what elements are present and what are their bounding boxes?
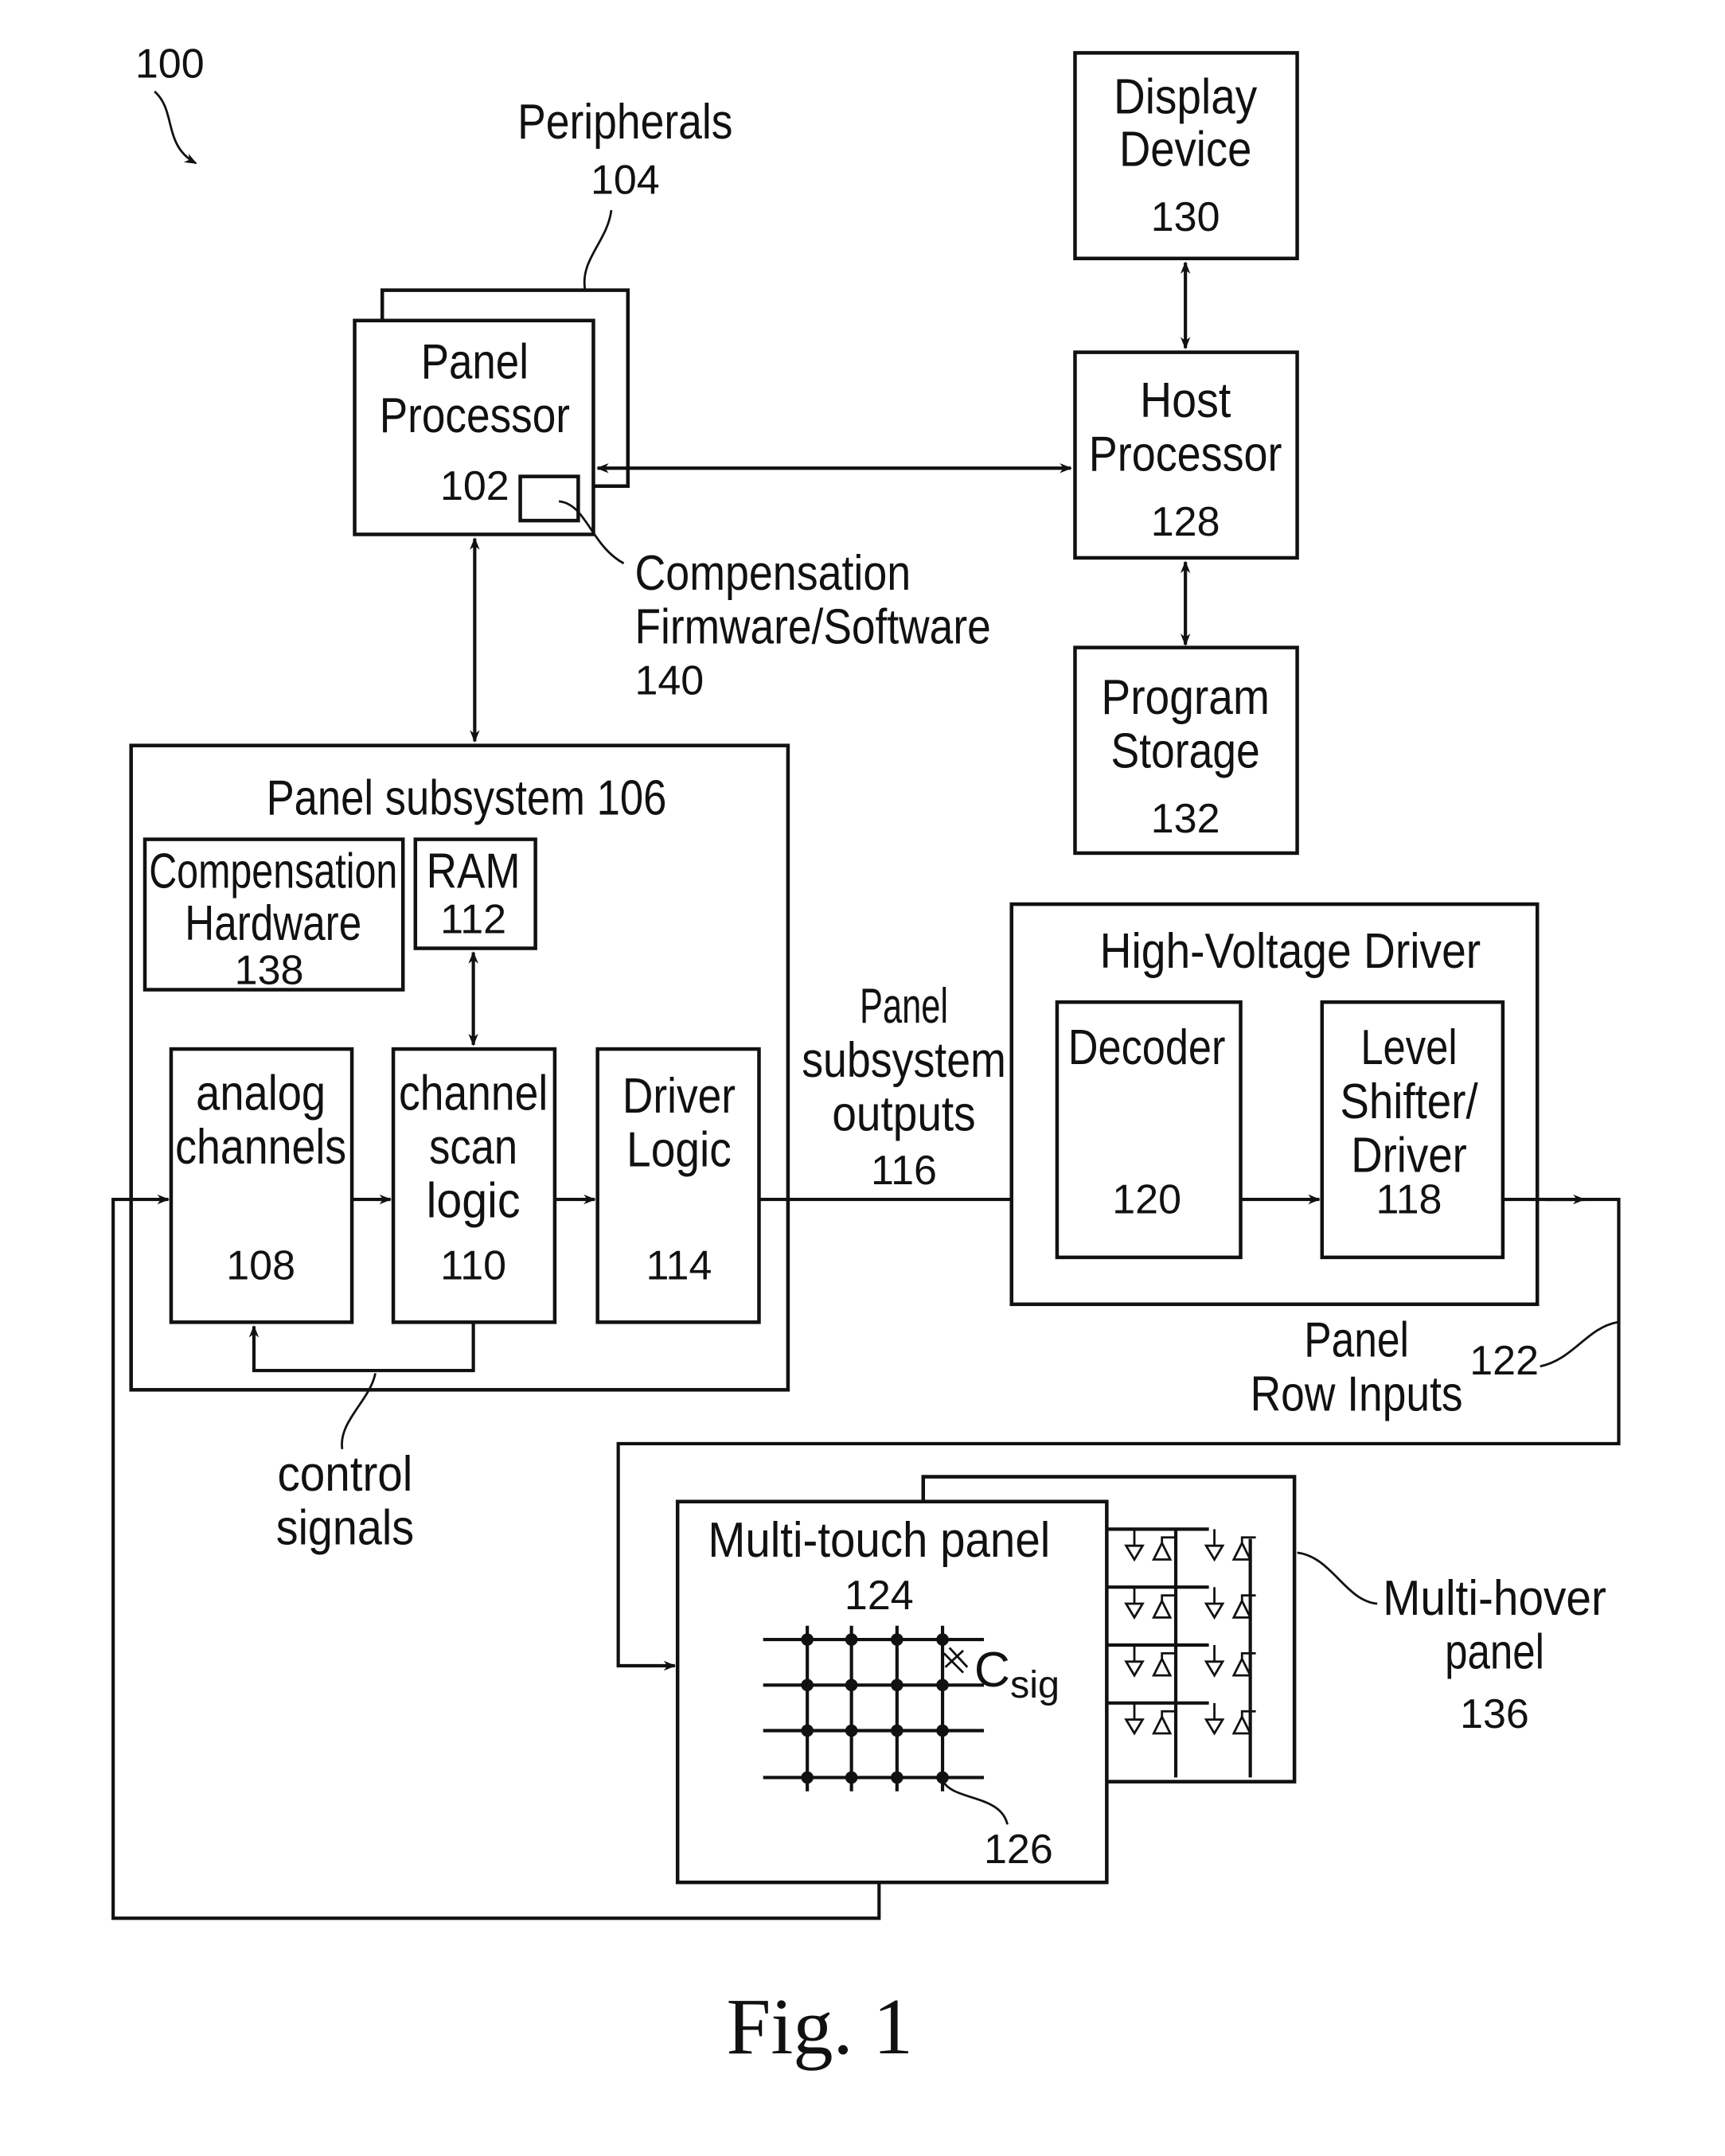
csig-main: C xyxy=(974,1643,1010,1698)
panel-processor-ref: 102 xyxy=(440,463,509,509)
csig-sub: sig xyxy=(1010,1663,1060,1706)
driver-logic-line2: Logic xyxy=(626,1122,732,1177)
panel-subsystem-block: Panel subsystem 106 Compensation Hardwar… xyxy=(129,743,790,1392)
panel-subsystem-title: Panel subsystem 106 xyxy=(267,770,667,825)
node-ref: 126 xyxy=(984,1827,1053,1873)
figure-caption: Fig. 1 xyxy=(726,1982,913,2071)
panel-processor-line1: Panel xyxy=(421,335,529,390)
analog-channels-ref: 108 xyxy=(226,1243,295,1289)
host-processor-block: Host Processor 128 xyxy=(1073,350,1299,560)
display-device-line2: Device xyxy=(1119,123,1251,177)
grid-node xyxy=(801,1633,814,1646)
program-storage-line1: Program xyxy=(1101,670,1269,725)
grid-node xyxy=(801,1678,814,1692)
channel-scan-logic-line3: logic xyxy=(427,1174,521,1229)
channel-scan-logic-line2: scan xyxy=(429,1120,517,1175)
compensation-fw-box xyxy=(518,474,580,523)
channel-scan-logic-line1: channel xyxy=(399,1066,548,1121)
row-inputs-line1: Panel xyxy=(1304,1313,1409,1368)
host-processor-ref: 128 xyxy=(1151,499,1220,545)
grid-node xyxy=(845,1724,858,1737)
grid-node xyxy=(845,1771,858,1784)
multi-hover-leader xyxy=(1297,1551,1378,1605)
grid-node xyxy=(845,1633,858,1646)
peripherals-ref: 104 xyxy=(591,157,660,203)
level-shifter-ref: 118 xyxy=(1376,1176,1442,1222)
host-processor-line1: Host xyxy=(1140,373,1231,428)
multi-hover-line2: panel xyxy=(1445,1624,1544,1679)
decoder-label: Decoder xyxy=(1068,1020,1226,1075)
peripherals-leader xyxy=(583,209,613,290)
grid-node xyxy=(845,1678,858,1692)
program-storage-ref: 132 xyxy=(1151,796,1220,842)
multi-touch-ref: 124 xyxy=(845,1573,914,1619)
compensation-hw-ref: 138 xyxy=(235,948,304,994)
hv-driver-block: High-Voltage Driver Decoder 120 Level Sh… xyxy=(1009,902,1540,1307)
driver-logic-line1: Driver xyxy=(622,1069,736,1124)
channel-scan-logic-ref: 110 xyxy=(440,1243,506,1289)
peripherals-label: Peripherals xyxy=(517,95,732,150)
panel-processor-block: Panel Processor 102 xyxy=(353,318,595,536)
row-inputs-leader xyxy=(1540,1320,1618,1368)
subsystem-outputs-line1: Panel xyxy=(860,979,948,1034)
compensation-fw-line2: Firmware/Software xyxy=(634,599,990,654)
program-storage-block: Program Storage 132 xyxy=(1073,645,1299,856)
compensation-fw-line1: Compensation xyxy=(634,546,911,601)
grid-node xyxy=(891,1678,903,1692)
level-shifter-line2: Shifter/ xyxy=(1340,1074,1478,1129)
subsystem-outputs-ref: 116 xyxy=(871,1148,937,1194)
figure-ref-arrow xyxy=(154,90,197,165)
hv-driver-title: High-Voltage Driver xyxy=(1100,924,1481,979)
display-device-ref: 130 xyxy=(1151,194,1220,240)
grid-node xyxy=(801,1771,814,1784)
multi-hover-ref: 136 xyxy=(1460,1691,1529,1737)
control-signals-line2: signals xyxy=(276,1500,414,1555)
multi-touch-label: Multi-touch panel xyxy=(708,1513,1050,1568)
compensation-hw-line2: Hardware xyxy=(185,896,361,951)
display-device-line1: Display xyxy=(1114,70,1258,125)
compensation-fw-ref: 140 xyxy=(634,658,704,704)
grid-node xyxy=(801,1724,814,1737)
multi-touch-block: Multi-touch panel 124 Csig 126 xyxy=(675,1499,1109,1885)
subsystem-outputs-line3: outputs xyxy=(832,1086,975,1141)
analog-channels-line1: analog xyxy=(196,1066,326,1121)
compensation-hw-line1: Compensation xyxy=(149,844,397,899)
analog-channels-line2: channels xyxy=(175,1120,346,1175)
decoder-ref: 120 xyxy=(1112,1176,1181,1222)
grid-node xyxy=(936,1633,949,1646)
block-diagram: 100 Peripherals 104 Panel Processor 102 … xyxy=(111,41,1621,2071)
panel-processor-line2: Processor xyxy=(380,388,570,443)
display-device-block: Display Device 130 xyxy=(1073,51,1299,260)
subsystem-outputs-line2: subsystem xyxy=(802,1033,1006,1088)
host-processor-line2: Processor xyxy=(1089,427,1282,482)
multi-hover-line1: Multi-hover xyxy=(1383,1571,1606,1626)
grid-node xyxy=(891,1724,903,1737)
grid-node xyxy=(891,1771,903,1784)
control-signals-line1: control xyxy=(277,1447,412,1502)
level-shifter-line1: Level xyxy=(1360,1020,1457,1075)
grid-node xyxy=(891,1633,903,1646)
level-shifter-line3: Driver xyxy=(1351,1128,1467,1183)
row-inputs-line2: Row Inputs xyxy=(1251,1367,1463,1421)
ram-ref: 112 xyxy=(440,896,506,942)
row-inputs-ref: 122 xyxy=(1469,1338,1539,1384)
program-storage-line2: Storage xyxy=(1111,723,1260,778)
driver-logic-ref: 114 xyxy=(646,1243,712,1289)
grid-node xyxy=(936,1678,949,1692)
figure-ref: 100 xyxy=(135,41,205,88)
grid-node xyxy=(936,1724,949,1737)
ram-label: RAM xyxy=(427,844,521,899)
